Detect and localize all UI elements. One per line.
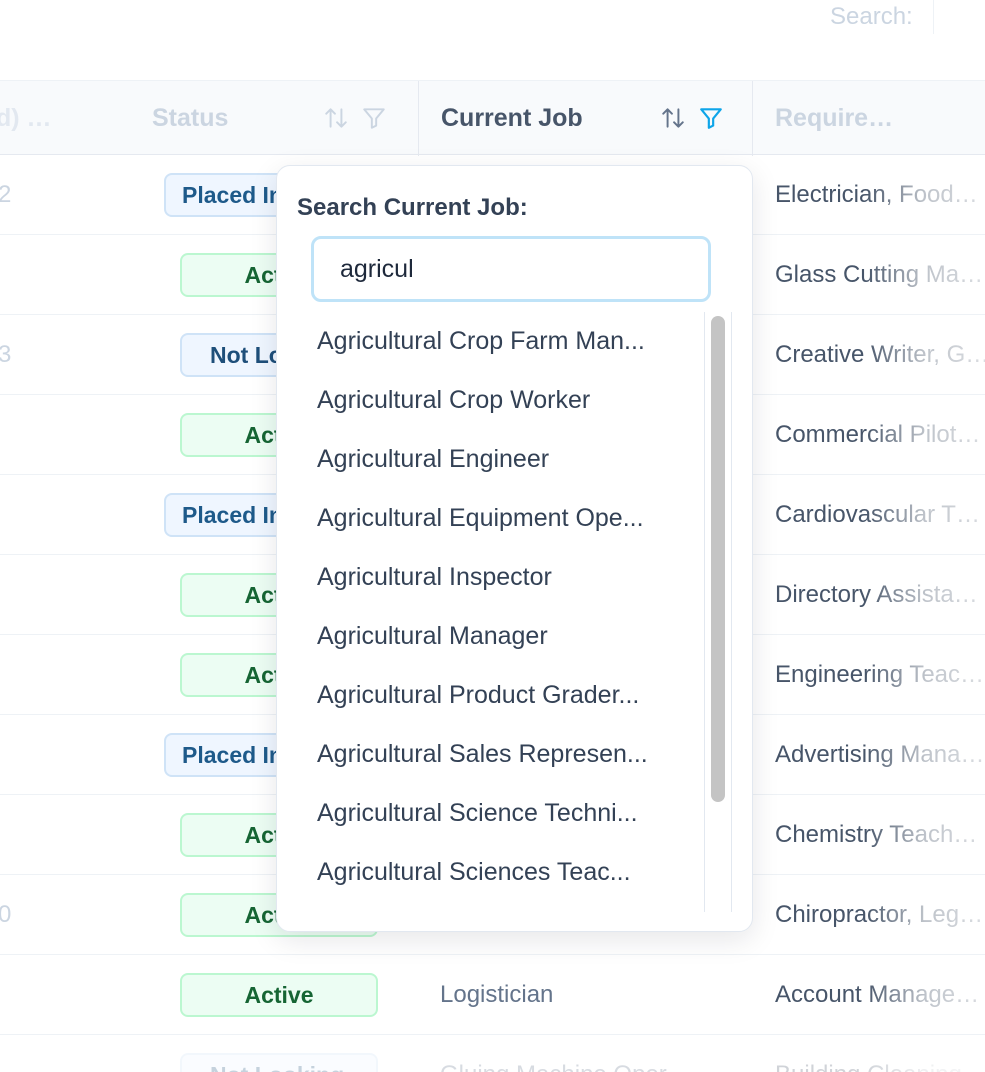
job-option[interactable]: Agricultural Sciences Teac...: [317, 843, 707, 902]
filter-icon[interactable]: [361, 105, 387, 131]
cell-required-jobs: Electrician, Food…: [775, 181, 978, 208]
cell-required-jobs: Engineering Teac…: [775, 661, 985, 688]
filter-active-icon[interactable]: [698, 105, 724, 131]
table-search-input[interactable]: [932, 0, 985, 34]
job-option[interactable]: Agricultural Manager: [317, 607, 707, 666]
job-option[interactable]: Agricultural Product Grader...: [317, 666, 707, 725]
cell-previous: 2: [0, 181, 12, 208]
job-option[interactable]: Agricultural Sales Represen...: [317, 725, 707, 784]
job-option[interactable]: Agricultural Science Techni...: [317, 784, 707, 843]
options-scrollbar[interactable]: [704, 312, 732, 912]
options-scrollbar-thumb[interactable]: [711, 316, 725, 802]
column-header-status[interactable]: Status: [152, 81, 417, 156]
cell-required-jobs: Cardiovascular T…: [775, 501, 980, 528]
column-header-current-job-label: Current Job: [441, 104, 583, 132]
cell-required-jobs: Commercial Pilot…: [775, 421, 981, 448]
job-options-list: Agricultural Crop Farm Man... Agricultura…: [317, 312, 707, 902]
job-option[interactable]: Agricultural Crop Farm Man...: [317, 312, 707, 371]
cell-required-jobs: Directory Assista…: [775, 581, 978, 608]
column-header-status-label: Status: [152, 104, 229, 132]
job-option[interactable]: Agricultural Inspector: [317, 548, 707, 607]
table-row[interactable]: Not Looking Gluing Machine Oper… Building …: [0, 1035, 985, 1072]
column-header-required[interactable]: Require…: [775, 81, 985, 156]
cell-current-job: Logistician: [440, 981, 554, 1008]
current-job-filter-popover: Search Current Job: Agricultural Crop Fa…: [276, 165, 753, 932]
status-badge: Not Looking: [180, 1053, 378, 1072]
cell-required-jobs: Account Manage…: [775, 981, 980, 1008]
cell-required-jobs: Chiropractor, Leg…: [775, 901, 984, 928]
cell-previous: 3: [0, 341, 12, 368]
job-option[interactable]: Agricultural Equipment Ope...: [317, 489, 707, 548]
table-search: Search:: [830, 0, 985, 34]
column-header-previous: d) …: [0, 104, 52, 132]
popover-title: Search Current Job:: [297, 194, 528, 221]
table-row[interactable]: Active Logistician Account Manage…: [0, 955, 985, 1035]
status-badge: Active: [180, 973, 378, 1017]
current-job-search-input[interactable]: [311, 236, 711, 302]
job-option[interactable]: Agricultural Crop Worker: [317, 371, 707, 430]
cell-required-jobs: Creative Writer, G…: [775, 341, 985, 368]
cell-current-job: Gluing Machine Oper…: [440, 1035, 691, 1072]
sort-icon[interactable]: [660, 105, 686, 131]
cell-previous: 0: [0, 901, 12, 928]
column-header-current-job[interactable]: Current Job: [418, 81, 753, 156]
cell-required-jobs: Chemistry Teach…: [775, 821, 978, 848]
cell-required-jobs: Advertising Mana…: [775, 741, 985, 768]
sort-icon[interactable]: [323, 105, 349, 131]
table-search-label: Search:: [830, 3, 913, 30]
cell-required-jobs: Glass Cutting Ma…: [775, 261, 984, 288]
job-option[interactable]: Agricultural Engineer: [317, 430, 707, 489]
table-header: d) … Status Current Job Require…: [0, 80, 985, 156]
cell-required-jobs: Building Cleaning…: [775, 1035, 985, 1072]
